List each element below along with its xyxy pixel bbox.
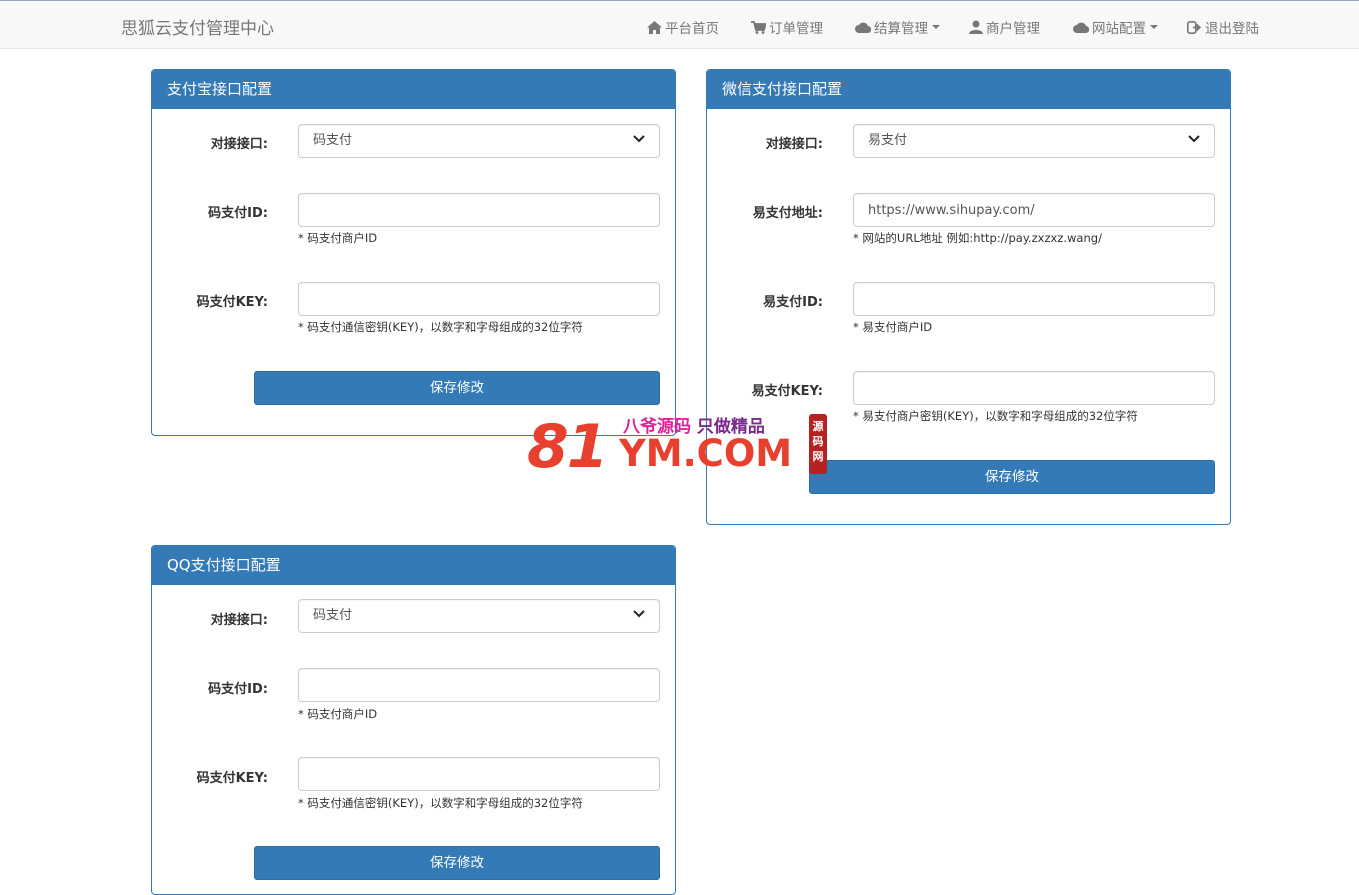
qq-key-input[interactable] <box>298 757 660 791</box>
wechat-key-input[interactable] <box>853 371 1215 405</box>
nav-site-config[interactable]: 网站配置 <box>1073 17 1158 37</box>
alipay-id-input[interactable] <box>298 193 660 227</box>
interface-label: 对接接口: <box>210 137 268 152</box>
cloud-icon <box>1073 22 1089 33</box>
alipay-interface-select[interactable]: 码支付 <box>298 124 660 158</box>
caret-down-icon <box>1150 25 1158 29</box>
key-label: 码支付KEY: <box>196 295 268 310</box>
cart-icon <box>751 20 766 34</box>
alipay-save-button[interactable]: 保存修改 <box>254 371 660 405</box>
key-label: 码支付KEY: <box>196 771 268 786</box>
nav-merchants[interactable]: 商户管理 <box>969 17 1040 37</box>
nav-merchants-label: 商户管理 <box>986 21 1040 37</box>
id-label: 码支付ID: <box>208 682 268 697</box>
interface-label: 对接接口: <box>210 613 268 628</box>
brand-title[interactable]: 思狐云支付管理中心 <box>121 14 274 39</box>
qq-interface-select[interactable]: 码支付 <box>298 599 660 633</box>
nav-settlement-label: 结算管理 <box>874 21 928 37</box>
panel-title: 支付宝接口配置 <box>152 70 675 109</box>
id-label: 易支付ID: <box>763 295 823 310</box>
key-help-text: * 易支付商户密钥(KEY)，以数字和字母组成的32位字符 <box>853 409 1138 423</box>
qq-save-button[interactable]: 保存修改 <box>254 846 660 880</box>
nav-settlement[interactable]: 结算管理 <box>855 17 940 37</box>
nav-home[interactable]: 平台首页 <box>647 17 719 37</box>
url-label: 易支付地址: <box>752 206 823 221</box>
key-help-text: * 码支付通信密钥(KEY)，以数字和字母组成的32位字符 <box>298 796 583 810</box>
selected-value: 码支付 <box>313 133 353 148</box>
wechat-interface-select[interactable]: 易支付 <box>853 124 1215 158</box>
wechat-url-input[interactable] <box>853 193 1215 227</box>
selected-value: 码支付 <box>313 608 353 623</box>
wechat-id-input[interactable] <box>853 282 1215 316</box>
key-label: 易支付KEY: <box>751 384 823 399</box>
nav-logout-label: 退出登陆 <box>1205 21 1259 37</box>
url-help-text: * 网站的URL地址 例如:http://pay.zxzxz.wang/ <box>853 231 1102 245</box>
panel-title: 微信支付接口配置 <box>707 70 1230 109</box>
qq-config-panel: QQ支付接口配置 <box>151 545 676 895</box>
top-navbar: 思狐云支付管理中心 平台首页 订单管理 结算管理 商户管理 网站配置 退出登陆 <box>0 0 1359 49</box>
nav-home-label: 平台首页 <box>665 21 719 37</box>
id-help-text: * 易支付商户ID <box>853 320 933 334</box>
chevron-down-icon <box>633 610 645 618</box>
alipay-key-input[interactable] <box>298 282 660 316</box>
interface-label: 对接接口: <box>765 137 823 152</box>
id-help-text: * 码支付商户ID <box>298 231 378 245</box>
nav-orders-label: 订单管理 <box>769 21 823 37</box>
selected-value: 易支付 <box>868 133 908 148</box>
home-icon <box>647 20 662 34</box>
logout-icon <box>1187 20 1202 34</box>
user-icon <box>969 20 983 34</box>
nav-orders[interactable]: 订单管理 <box>751 17 823 37</box>
panel-title: QQ支付接口配置 <box>152 546 675 585</box>
nav-logout[interactable]: 退出登陆 <box>1187 17 1259 37</box>
id-help-text: * 码支付商户ID <box>298 707 378 721</box>
chevron-down-icon <box>1188 135 1200 143</box>
nav-site-config-label: 网站配置 <box>1092 21 1146 37</box>
cloud-icon <box>855 22 871 33</box>
chevron-down-icon <box>633 135 645 143</box>
id-label: 码支付ID: <box>208 206 268 221</box>
qq-id-input[interactable] <box>298 668 660 702</box>
caret-down-icon <box>932 25 940 29</box>
wechat-save-button[interactable]: 保存修改 <box>809 460 1215 494</box>
key-help-text: * 码支付通信密钥(KEY)，以数字和字母组成的32位字符 <box>298 320 583 334</box>
